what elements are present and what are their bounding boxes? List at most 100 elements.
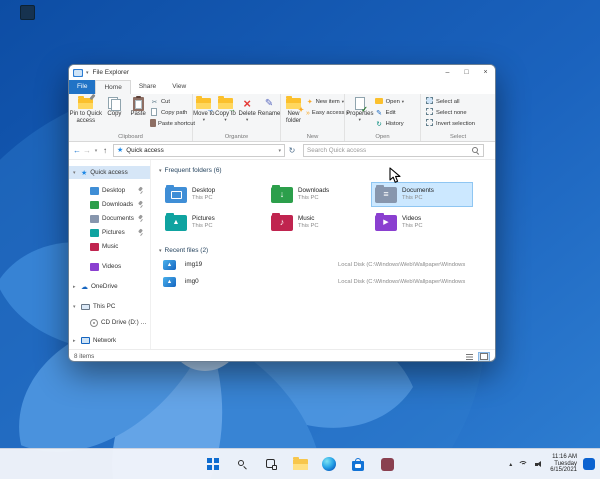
tab-share[interactable]: Share	[131, 80, 164, 94]
select-small-buttons: Select all Select none Invert selection	[421, 96, 495, 129]
new-item-button[interactable]: ✦ New item ▾	[306, 97, 344, 107]
forward-button[interactable]: →	[82, 146, 92, 155]
folder-tile-downloads[interactable]: ↓ Downloads This PC	[267, 182, 369, 207]
chevron-right-icon[interactable]: ▸	[73, 338, 81, 344]
folder-tile-music[interactable]: ♪ Music This PC	[267, 210, 369, 235]
paste-shortcut-button[interactable]: Paste shortcut	[149, 118, 195, 129]
scissors-icon: ✂	[151, 98, 158, 106]
arrow-right-icon: →	[206, 105, 215, 114]
folder-tile-documents[interactable]: ≡ Documents This PC	[371, 182, 473, 207]
up-button[interactable]: ↑	[100, 146, 110, 155]
back-button[interactable]: ←	[72, 146, 82, 155]
copy-path-button[interactable]: Copy path	[150, 107, 192, 119]
edge-icon[interactable]	[318, 453, 340, 475]
copy-icon	[107, 96, 121, 111]
taskbar-search-icon[interactable]	[231, 453, 253, 475]
store-icon[interactable]	[347, 453, 369, 475]
copy-path-icon	[150, 107, 159, 119]
recent-files-header[interactable]: ▾ Recent files (2)	[159, 247, 208, 254]
invert-selection-button[interactable]: Invert selection	[425, 119, 495, 129]
copy-to-button[interactable]: → Copy to ▾	[215, 96, 237, 122]
open-button[interactable]: Open ▾	[375, 97, 420, 107]
easy-access-button[interactable]: » Easy access ▾	[306, 108, 349, 118]
rename-button[interactable]: ✎ Rename	[258, 96, 281, 118]
maximize-button[interactable]: □	[457, 65, 476, 80]
thumbnail-view-button[interactable]	[478, 351, 490, 361]
properties-icon: ✓	[354, 96, 368, 114]
this-pc-monitor-icon	[81, 303, 90, 310]
volume-icon[interactable]	[535, 460, 544, 468]
select-all-button[interactable]: Select all	[425, 97, 495, 107]
clock-date: 6/15/2021	[550, 467, 577, 474]
cut-button[interactable]: ✂ Cut	[150, 97, 192, 107]
details-view-button[interactable]	[463, 352, 475, 362]
quick-access-toolbar-chevron-icon[interactable]: ▾	[86, 70, 89, 76]
properties-button[interactable]: ✓ Properties ▾	[345, 96, 375, 122]
select-none-button[interactable]: Select none	[425, 108, 495, 118]
recent-locations-chevron-icon[interactable]: ▾	[92, 148, 100, 154]
chevron-down-icon[interactable]: ▾	[278, 148, 281, 154]
chevron-right-icon[interactable]: ▸	[73, 284, 81, 290]
refresh-button[interactable]: ↻	[285, 146, 299, 155]
new-folder-button[interactable]: ✦ New folder	[281, 96, 306, 124]
sidebar-item-this-pc[interactable]: ▾ This PC	[69, 300, 150, 313]
tray-chevron-up-icon[interactable]: ▴	[509, 461, 512, 468]
app-icon[interactable]	[376, 453, 398, 475]
sidebar-item-videos[interactable]: Videos	[69, 260, 150, 273]
chevron-down-icon[interactable]: ▾	[73, 304, 81, 310]
videos-folder-icon: ▶	[375, 212, 397, 231]
sidebar-item-quick-access[interactable]: ▾ ★ Quick access	[69, 166, 150, 179]
sidebar-item-documents[interactable]: Documents	[69, 212, 150, 225]
desktop-icon[interactable]	[20, 5, 35, 20]
edit-button[interactable]: ✎ Edit	[375, 108, 420, 118]
navigation-pane: ▾ ★ Quick access Desktop Downloads Docum…	[69, 160, 151, 349]
wifi-icon[interactable]	[518, 460, 529, 469]
sidebar-item-desktop[interactable]: Desktop	[69, 184, 150, 197]
history-button[interactable]: ↻ History	[375, 119, 420, 129]
taskbar-clock[interactable]: 11:16 AM Tuesday 6/15/2021	[550, 454, 577, 474]
sidebar-item-downloads[interactable]: Downloads	[69, 198, 150, 211]
sidebar-item-music[interactable]: Music	[69, 240, 150, 253]
taskbar-file-explorer-icon[interactable]	[289, 453, 311, 475]
task-view-icon[interactable]	[260, 453, 282, 475]
folder-tile-pictures[interactable]: ▲ Pictures This PC	[161, 210, 263, 235]
tab-view[interactable]: View	[164, 80, 194, 94]
open-icon	[375, 97, 384, 107]
start-button[interactable]	[202, 453, 224, 475]
delete-button[interactable]: × Delete ▾	[236, 96, 258, 122]
paste-button[interactable]: Paste	[126, 95, 150, 118]
pin-to-quick-access-button[interactable]: Pin to Quick access	[69, 93, 103, 124]
folder-tile-videos[interactable]: ▶ Videos This PC	[371, 210, 473, 235]
chevron-down-icon[interactable]: ▾	[159, 168, 162, 174]
recent-file-row[interactable]: ▲ img19 Local Disk (C:\Windows\Web\Wallp…	[151, 258, 495, 272]
sidebar-item-cd-drive[interactable]: CD Drive (D:) Virtual	[69, 316, 150, 329]
notification-badge[interactable]	[583, 458, 595, 470]
edit-icon: ✎	[376, 109, 383, 117]
folder-tile-desktop[interactable]: Desktop This PC	[161, 182, 263, 207]
search-input[interactable]	[307, 147, 472, 154]
copy-button[interactable]: Copy	[103, 96, 127, 118]
frequent-folders-header[interactable]: ▾ Frequent folders (6)	[159, 167, 222, 174]
status-bar: 8 items	[69, 349, 495, 362]
address-box[interactable]: ★ Quick access ▾	[113, 144, 285, 157]
move-to-button[interactable]: → Move to ▾	[193, 96, 215, 122]
recent-file-row[interactable]: ▲ img0 Local Disk (C:\Windows\Web\Wallpa…	[151, 275, 495, 289]
easy-access-icon: »	[306, 109, 310, 117]
ribbon-group-open: ✓ Properties ▾ Open ▾ ✎ Edit ↻ History O…	[345, 94, 421, 141]
chevron-down-icon[interactable]: ▾	[159, 248, 162, 254]
window-title: File Explorer	[92, 69, 129, 76]
tab-home[interactable]: Home	[95, 80, 131, 94]
ribbon-group-clipboard: Pin to Quick access Copy Paste ✂ Cut Cop…	[69, 93, 195, 141]
delete-icon: ×	[243, 96, 251, 111]
sidebar-item-onedrive[interactable]: ▸ ☁ OneDrive	[69, 280, 150, 293]
search-box[interactable]	[303, 144, 484, 157]
image-file-icon: ▲	[163, 277, 176, 287]
tab-file[interactable]: File	[69, 80, 96, 94]
minimize-button[interactable]: –	[438, 65, 457, 80]
chevron-down-icon[interactable]: ▾	[73, 170, 81, 176]
quick-access-icon: ★	[117, 147, 124, 154]
close-button[interactable]: ×	[476, 65, 495, 80]
sidebar-item-network[interactable]: ▸ Network	[69, 334, 150, 347]
taskbar: ▴ 11:16 AM Tuesday 6/15/2021	[0, 448, 600, 479]
sidebar-item-pictures[interactable]: Pictures	[69, 226, 150, 239]
